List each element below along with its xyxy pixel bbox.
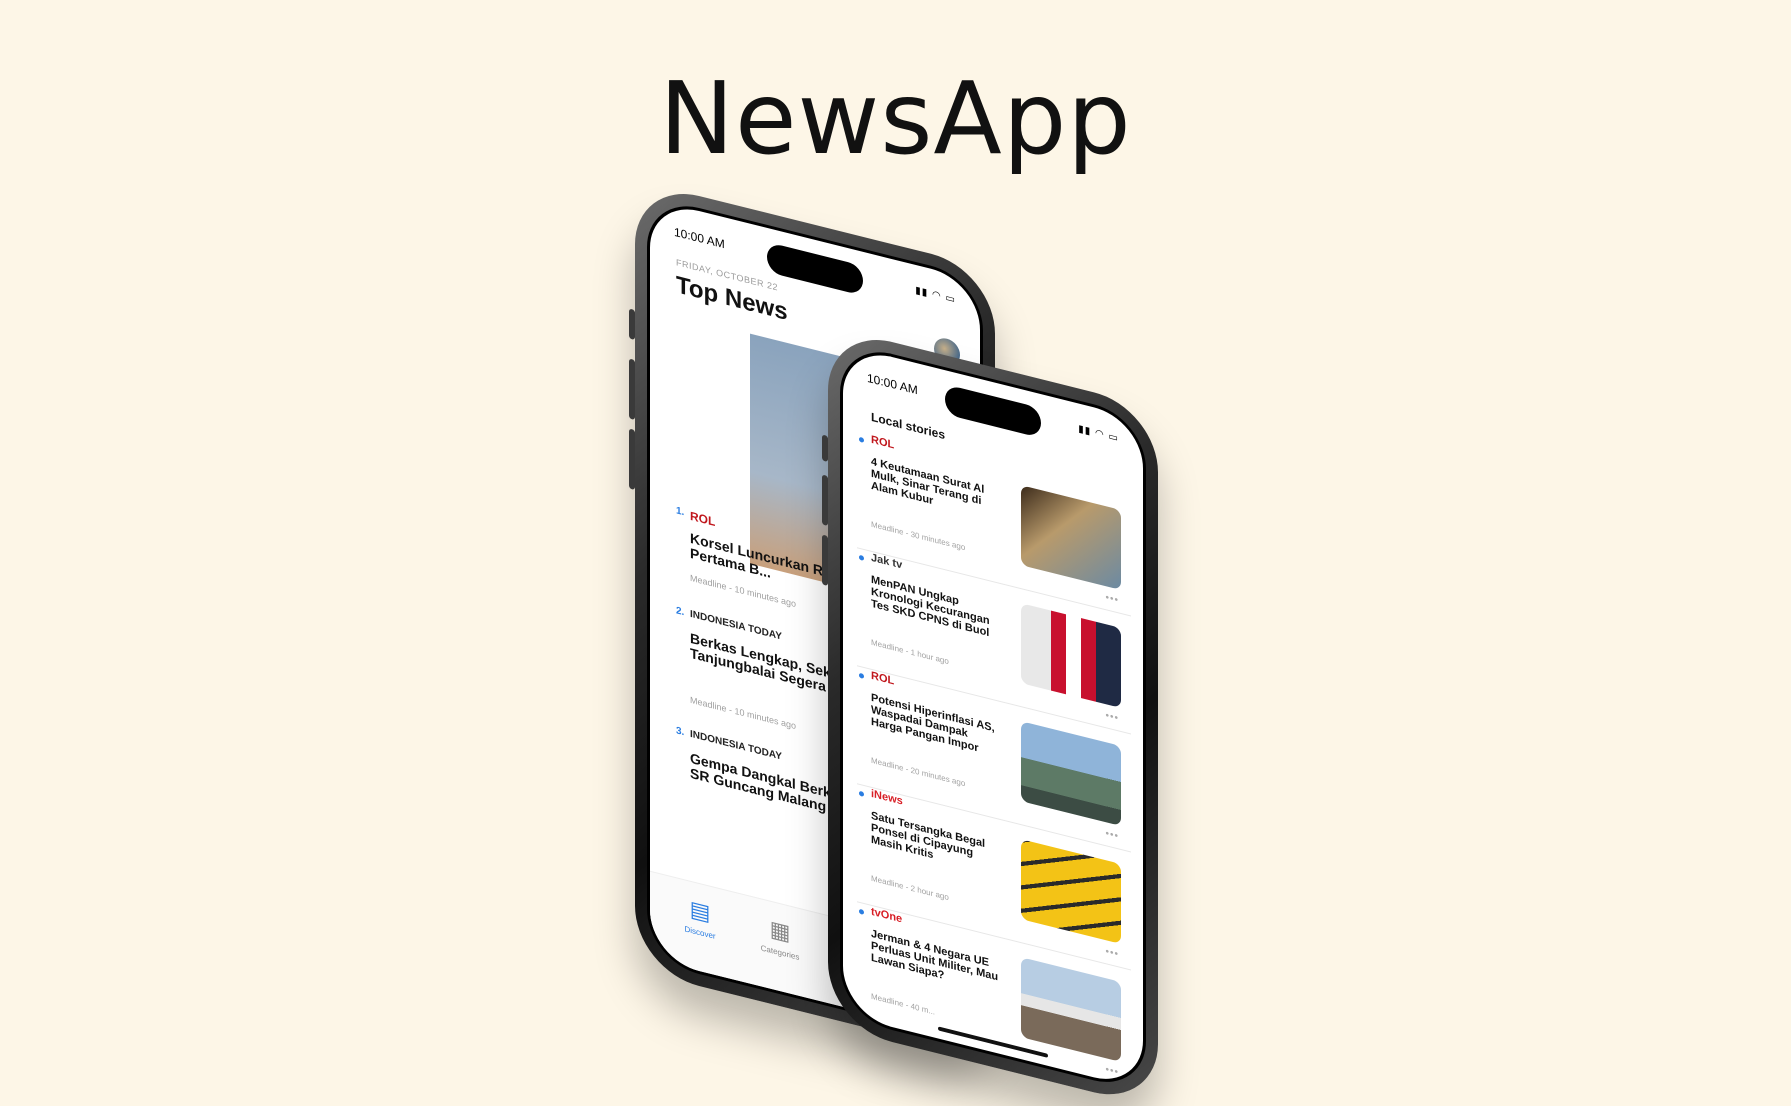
more-icon[interactable]: ••• [1105, 828, 1119, 842]
status-time: 10:00 AM [674, 224, 725, 252]
volume-up-button [629, 358, 635, 420]
status-time: 10:00 AM [867, 370, 918, 398]
headline: Satu Tersangka Begal Ponsel di Cipayung … [871, 809, 986, 862]
unread-dot [859, 908, 864, 915]
volume-down-button [822, 534, 828, 586]
item-number: 1. [676, 505, 685, 519]
meta: Meadline - 30 minutes ago [871, 519, 966, 553]
tab-categories[interactable]: ▦ Categories [740, 908, 820, 967]
more-icon[interactable]: ••• [1105, 710, 1119, 724]
meta: Meadline - 10 minutes ago [690, 694, 797, 732]
unread-dot [859, 436, 864, 443]
story-thumbnail[interactable] [1021, 603, 1121, 709]
tab-discover[interactable]: ▤ Discover [660, 888, 740, 947]
status-icons: ▮▮ ◠ ▭ [915, 284, 956, 307]
headline: 4 Keutamaan Surat Al Mulk, Sinar Terang … [871, 455, 985, 508]
front-screen: 10:00 AM ▮▮ ◠ ▭ Local stories ROL 4 Keut… [840, 340, 1146, 1094]
headline: Potensi Hiperinflasi AS, Waspadai Dampak… [871, 691, 995, 755]
status-bar: 10:00 AM ▮▮ ◠ ▭ [867, 371, 1119, 450]
action-button [822, 434, 828, 462]
story-thumbnail[interactable] [1021, 485, 1121, 591]
story-thumbnail[interactable] [1021, 721, 1121, 827]
meta: Meadline - 20 minutes ago [871, 755, 966, 789]
meta: Meadline - 40 m... [871, 991, 936, 1017]
volume-up-button [822, 474, 828, 526]
headline: Jerman & 4 Negara UE Perluas Unit Milite… [871, 927, 999, 984]
unread-dot [859, 554, 864, 561]
more-icon[interactable]: ••• [1105, 592, 1119, 606]
story-thumbnail[interactable] [1021, 839, 1121, 945]
source-logo: ROL [690, 508, 716, 530]
phone-front: 10:00 AM ▮▮ ◠ ▭ Local stories ROL 4 Keut… [822, 326, 1158, 1106]
status-icons: ▮▮ ◠ ▭ [1078, 423, 1119, 445]
meta: Meadline - 2 hour ago [871, 873, 949, 903]
story-thumbnail[interactable] [1021, 957, 1121, 1063]
app-title: NewsApp [659, 60, 1132, 177]
source-logo: ROL [871, 433, 895, 452]
volume-down-button [629, 428, 635, 490]
item-number: 2. [676, 605, 685, 619]
more-icon[interactable]: ••• [1105, 1064, 1119, 1078]
unread-dot [859, 672, 864, 679]
more-icon[interactable]: ••• [1105, 946, 1119, 960]
item-number: 3. [676, 725, 685, 739]
action-button [629, 308, 635, 340]
headline: MenPAN Ungkap Kronologi Kecurangan Tes S… [871, 573, 990, 640]
meta: Meadline - 1 hour ago [871, 637, 949, 667]
unread-dot [859, 790, 864, 797]
